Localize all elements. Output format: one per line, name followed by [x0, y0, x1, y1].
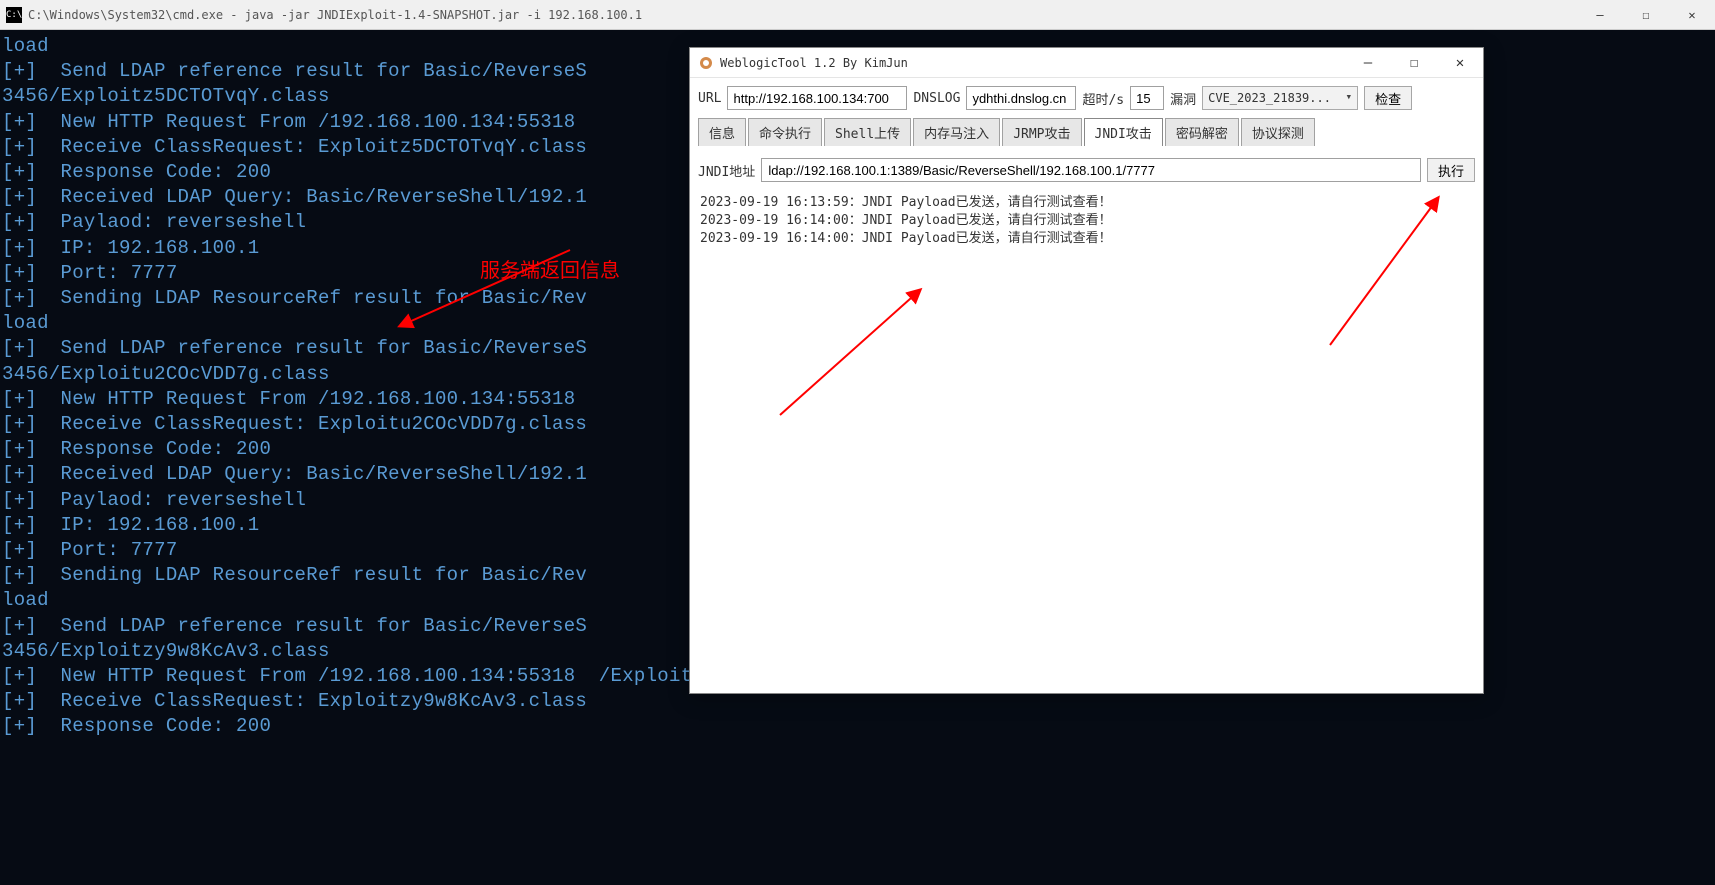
tool-maximize-button[interactable]: ☐	[1391, 48, 1437, 78]
tool-url-row: URL DNSLOG 超时/s 漏洞 CVE_2023_21839... 检查	[690, 78, 1483, 118]
tool-tabs: 信息命令执行Shell上传内存马注入JRMP攻击JNDI攻击密码解密协议探测	[690, 118, 1483, 146]
url-label: URL	[698, 91, 721, 106]
vuln-value: CVE_2023_21839...	[1208, 91, 1331, 105]
timeout-input[interactable]	[1130, 86, 1164, 110]
weblogictool-window: WeblogicTool 1.2 By KimJun — ☐ ✕ URL DNS…	[689, 47, 1484, 694]
tab-4[interactable]: JRMP攻击	[1002, 118, 1081, 146]
check-button[interactable]: 检查	[1364, 86, 1412, 110]
vuln-select[interactable]: CVE_2023_21839...	[1202, 86, 1358, 110]
jndi-input[interactable]	[761, 158, 1421, 182]
tool-window-buttons: — ☐ ✕	[1345, 48, 1483, 78]
tab-6[interactable]: 密码解密	[1165, 118, 1239, 146]
tool-close-button[interactable]: ✕	[1437, 48, 1483, 78]
tab-3[interactable]: 内存马注入	[913, 118, 1000, 146]
tool-title: WeblogicTool 1.2 By KimJun	[720, 56, 908, 70]
dnslog-label: DNSLOG	[913, 91, 960, 106]
maximize-button[interactable]: ☐	[1623, 0, 1669, 30]
exec-button[interactable]: 执行	[1427, 158, 1475, 182]
timeout-label: 超时/s	[1082, 89, 1124, 108]
cmd-icon: C:\	[6, 7, 22, 23]
tool-jndi-row: JNDI地址 执行	[690, 148, 1483, 188]
tab-7[interactable]: 协议探测	[1241, 118, 1315, 146]
tool-titlebar: WeblogicTool 1.2 By KimJun — ☐ ✕	[690, 48, 1483, 78]
vuln-label: 漏洞	[1170, 89, 1196, 108]
cmd-window-buttons: — ☐ ✕	[1577, 0, 1715, 30]
jndi-label: JNDI地址	[698, 161, 755, 180]
cmd-titlebar: C:\ C:\Windows\System32\cmd.exe - java -…	[0, 0, 1715, 30]
tab-2[interactable]: Shell上传	[824, 118, 911, 146]
url-input[interactable]	[727, 86, 907, 110]
tab-1[interactable]: 命令执行	[748, 118, 822, 146]
cmd-title: C:\Windows\System32\cmd.exe - java -jar …	[28, 8, 642, 22]
dnslog-input[interactable]	[966, 86, 1076, 110]
minimize-button[interactable]: —	[1577, 0, 1623, 30]
tab-5[interactable]: JNDI攻击	[1084, 118, 1163, 146]
app-icon	[698, 55, 714, 71]
tool-log-output: 2023-09-19 16:13:59：JNDI Payload已发送，请自行测…	[690, 188, 1483, 254]
annotation-server-returns: 服务端返回信息	[480, 254, 620, 283]
tool-minimize-button[interactable]: —	[1345, 48, 1391, 78]
tab-0[interactable]: 信息	[698, 118, 746, 146]
close-button[interactable]: ✕	[1669, 0, 1715, 30]
